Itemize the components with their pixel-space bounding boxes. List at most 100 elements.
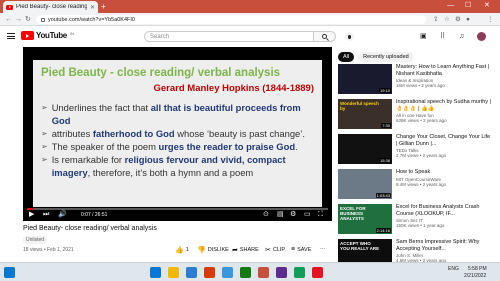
progress-bar[interactable]	[27, 208, 328, 210]
bullet-text-plain: , therefore, it’s both a hymn and a poem	[87, 167, 254, 178]
recommended-video[interactable]: EXCEL FOR BUSINESS ANALYSTS 2:14:16 Excel …	[338, 204, 494, 237]
forward-button[interactable]: →	[15, 14, 22, 25]
search-input[interactable]: Search	[144, 31, 314, 42]
new-tab-button[interactable]: +	[101, 2, 106, 11]
recommended-video-title[interactable]: Change Your Closet, Change Your Life | G…	[396, 134, 492, 147]
taskbar-app-icon[interactable]	[312, 267, 323, 278]
recommended-video[interactable]: 1:03:43 How to Speak MIT OpenCourseWare 9.4…	[338, 169, 494, 202]
thumbs-down-icon: 👎	[197, 247, 206, 254]
duration-badge: 1:03:43	[375, 193, 391, 198]
search-icon	[322, 34, 327, 39]
player-controls: ▶ ⏭ 🔊 0:07 / 26:51 ⊙ ▤ ⚙ ▭ ⛶	[23, 206, 332, 221]
recommended-video[interactable]: Wonderful speech by 7:30 Inspirational spe…	[338, 99, 494, 132]
share-button[interactable]: ➦ SHARE	[232, 246, 259, 254]
like-button[interactable]: 👍 1	[175, 246, 189, 254]
youtube-logo[interactable]: YouTube IN	[21, 31, 74, 40]
chip-recently-uploaded[interactable]: Recently uploaded	[358, 52, 414, 62]
recommended-video-title[interactable]: How to Speak	[396, 169, 492, 176]
taskbar-app-icon[interactable]	[276, 267, 287, 278]
bookmark-star-icon[interactable]: ☆	[444, 15, 450, 24]
thumbnail-caption: EXCEL FOR BUSINESS ANALYSTS	[340, 206, 366, 221]
settings-gear-icon[interactable]: ⚙	[290, 211, 296, 219]
recommended-video-title[interactable]: Sam Berns Impressive Spirit: Why Accepti…	[396, 239, 492, 252]
bullet-text: Is remarkable for religious fervour and …	[52, 153, 316, 179]
play-icon[interactable]: ▶	[29, 211, 34, 219]
more-actions-button[interactable]: ···	[320, 246, 326, 252]
recommended-video-title[interactable]: Excel for Business Analysts Crash Course…	[396, 204, 492, 217]
minimize-button[interactable]: —	[447, 1, 454, 11]
address-bar[interactable]: youtube.com/watch?v=Yb5a0K4FI0	[36, 15, 426, 24]
search-button[interactable]	[314, 31, 336, 42]
video-thumbnail[interactable]: Wonderful speech by 7:30	[338, 99, 392, 129]
avatar[interactable]	[477, 32, 486, 41]
next-icon[interactable]: ⏭	[43, 211, 49, 219]
taskbar-app-icon[interactable]	[240, 267, 251, 278]
apps-grid-icon[interactable]: ⠿	[440, 32, 445, 41]
bullet-text: Underlines the fact that all that is bea…	[52, 101, 316, 127]
save-button[interactable]: ≡ SAVE	[291, 246, 311, 253]
fullscreen-icon[interactable]: ⛶	[318, 211, 323, 219]
language-indicator[interactable]: ENG	[448, 266, 459, 272]
taskbar-app-icon[interactable]	[150, 267, 161, 278]
dislike-label: DISLIKE	[207, 247, 229, 253]
video-meta: 18 views • Feb 1, 2021	[23, 247, 74, 253]
thumbs-up-icon: 👍	[175, 247, 184, 254]
close-tab-icon[interactable]: ✕	[90, 4, 95, 11]
unlisted-badge: Unlisted	[23, 236, 48, 244]
taskbar-app-icon[interactable]	[294, 267, 305, 278]
recommended-video-info: How to Speak MIT OpenCourseWare 9.4M views…	[396, 169, 492, 187]
recommended-video-title[interactable]: Inspirational speech by Sudha murthy | 👌…	[396, 99, 492, 112]
slide-bullet: ➢ Underlines the fact that all that is be…	[41, 101, 316, 127]
clip-button[interactable]: ✂ CLIP	[265, 246, 285, 254]
like-count: 1	[185, 247, 189, 253]
recommended-video-meta: 16M views • 2 years ago	[396, 83, 445, 88]
bullet-arrow-icon: ➢	[41, 155, 48, 164]
menu-icon[interactable]	[7, 33, 15, 39]
back-button[interactable]: ←	[5, 14, 12, 25]
volume-icon[interactable]: 🔊	[58, 211, 67, 219]
duration-badge: 15:38	[378, 158, 391, 163]
share-page-icon[interactable]: ⇪	[433, 15, 438, 24]
start-button-icon[interactable]	[4, 267, 15, 278]
bullet-text-plain: whose ‘beauty is past change’.	[174, 128, 305, 139]
taskbar-app-icon[interactable]	[168, 267, 179, 278]
video-thumbnail[interactable]: 15:38	[338, 134, 392, 164]
video-thumbnail[interactable]: EXCEL FOR BUSINESS ANALYSTS 2:14:16	[338, 204, 392, 234]
notifications-bell-icon[interactable]: ♫	[459, 32, 464, 41]
recommended-video[interactable]: 19:10 Mastery: How to Learn Anything Fast…	[338, 64, 494, 97]
voice-search-icon[interactable]	[345, 32, 354, 41]
maximize-button[interactable]: ☐	[465, 1, 471, 11]
browser-menu-icon[interactable]: ⋮	[487, 15, 494, 24]
dislike-button[interactable]: 👎 DISLIKE	[197, 246, 229, 254]
video-player[interactable]: Pied Beauty - close reading/ verbal anal…	[23, 47, 332, 221]
create-video-icon[interactable]: ▣	[420, 32, 427, 41]
browser-tab[interactable]: Pied Beauty- close reading/ ver ✕	[3, 1, 98, 13]
url-text: youtube.com/watch?v=Yb5a0K4FI0	[48, 16, 135, 23]
timecode: 0:07 / 26:51	[81, 212, 108, 218]
taskbar-app-icon[interactable]	[186, 267, 197, 278]
extensions-icon[interactable]: ⚙	[455, 15, 461, 24]
chip-all[interactable]: All	[338, 52, 355, 62]
slide-bullet-list: ➢ Underlines the fact that all that is be…	[41, 101, 316, 179]
recommended-video[interactable]: 15:38 Change Your Closet, Change Your Lif…	[338, 134, 494, 167]
video-thumbnail[interactable]: 19:10	[338, 64, 392, 94]
reload-button[interactable]: ↻	[25, 14, 31, 25]
taskbar-app-icon[interactable]	[204, 267, 215, 278]
subtitles-icon[interactable]: ▤	[277, 211, 284, 219]
slide-title: Pied Beauty - close reading/ verbal anal…	[41, 67, 281, 79]
logo-country-code: IN	[69, 31, 74, 36]
theater-mode-icon[interactable]: ▭	[304, 211, 311, 219]
window-close-button[interactable]: ✕	[484, 1, 490, 11]
bullet-text-plain: Is remarkable for	[51, 154, 125, 165]
recommended-video-title[interactable]: Mastery: How to Learn Anything Fast | Ni…	[396, 64, 492, 77]
recommended-video-meta: 150K views • 1 year ago	[396, 223, 445, 228]
autoplay-toggle[interactable]: ⊙	[263, 211, 269, 219]
clock-time[interactable]: 5:58 PM	[468, 266, 487, 272]
duration-badge: 7:30	[381, 123, 391, 128]
recommended-video-info: Excel for Business Analysts Crash Course…	[396, 204, 492, 228]
bullet-text: The speaker of the poem urges the reader…	[52, 140, 298, 153]
profile-icon[interactable]: ●	[466, 15, 470, 24]
taskbar-app-icon[interactable]	[258, 267, 269, 278]
video-thumbnail[interactable]: 1:03:43	[338, 169, 392, 199]
taskbar-app-icon[interactable]	[222, 267, 233, 278]
